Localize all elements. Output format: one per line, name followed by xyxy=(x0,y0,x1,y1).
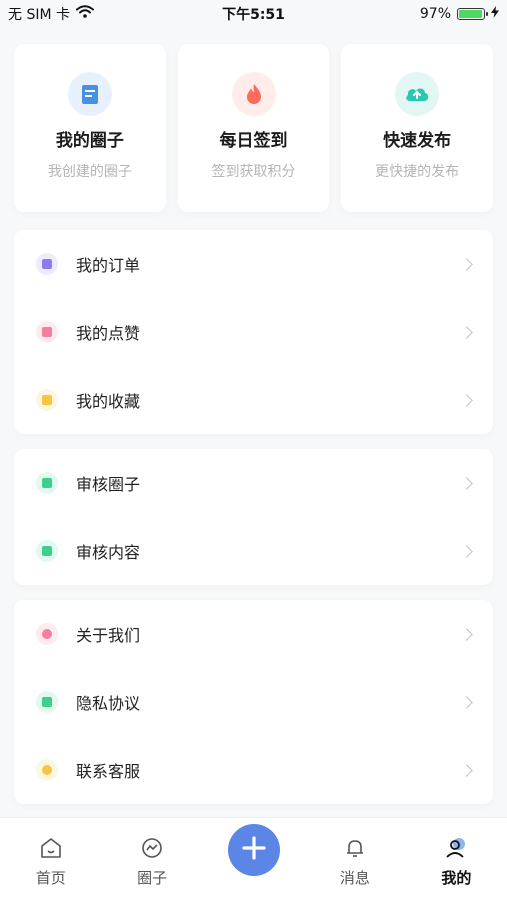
quick-title: 快速发布 xyxy=(383,131,452,151)
tab-label: 消息 xyxy=(339,869,370,887)
menu-group-personal: 我的订单 我的点赞 我的收藏 xyxy=(14,230,493,434)
bottom-tab-bar: 首页 圈子 消息 我的 xyxy=(0,818,507,900)
tab-label: 圈子 xyxy=(137,869,168,887)
chevron-right-icon xyxy=(460,325,473,339)
quick-card-quick-post[interactable]: 快速发布 更快捷的发布 xyxy=(341,44,494,212)
tab-add[interactable] xyxy=(203,818,304,876)
charging-icon xyxy=(491,5,499,22)
tab-label: 首页 xyxy=(35,869,66,887)
menu-item-about-us[interactable]: 关于我们 xyxy=(14,600,493,668)
add-button[interactable] xyxy=(227,824,280,876)
menu-label: 审核圈子 xyxy=(76,475,141,494)
circle-book-icon xyxy=(67,72,112,116)
chevron-right-icon xyxy=(460,544,473,558)
menu-label: 我的点赞 xyxy=(76,324,141,343)
quick-title: 每日签到 xyxy=(219,131,288,151)
bookmark-icon xyxy=(36,389,58,411)
order-icon xyxy=(36,253,58,275)
circle-icon xyxy=(140,836,164,864)
menu-item-privacy[interactable]: 隐私协议 xyxy=(14,668,493,736)
chevron-right-icon xyxy=(460,476,473,490)
review-content-icon xyxy=(36,540,58,562)
battery-icon xyxy=(457,7,488,20)
menu-group-review: 审核圈子 审核内容 xyxy=(14,449,493,585)
menu-item-my-favorites[interactable]: 我的收藏 xyxy=(14,366,493,434)
status-bar: 无 SIM 卡 下午5:51 97% xyxy=(0,0,507,27)
menu-item-contact-service[interactable]: 联系客服 xyxy=(14,736,493,804)
chevron-right-icon xyxy=(460,257,473,271)
tab-messages[interactable]: 消息 xyxy=(304,818,405,888)
thumb-up-icon xyxy=(36,321,58,343)
quick-card-daily-checkin[interactable]: 每日签到 签到获取积分 xyxy=(177,44,330,212)
battery-fill xyxy=(459,9,483,18)
quick-title: 我的圈子 xyxy=(55,131,124,151)
menu-item-review-circles[interactable]: 审核圈子 xyxy=(14,449,493,517)
carrier-text: 无 SIM 卡 xyxy=(8,6,70,23)
tab-circles[interactable]: 圈子 xyxy=(101,818,202,888)
menu-label: 关于我们 xyxy=(76,626,141,645)
quick-card-my-circles[interactable]: 我的圈子 我创建的圈子 xyxy=(14,44,166,212)
service-icon xyxy=(36,759,58,781)
tab-profile[interactable]: 我的 xyxy=(406,818,507,888)
menu-label: 审核内容 xyxy=(76,543,141,562)
fire-icon xyxy=(231,72,276,116)
chevron-right-icon xyxy=(460,763,473,777)
heart-icon xyxy=(36,623,58,645)
privacy-icon xyxy=(36,691,58,713)
quick-subtitle: 签到获取积分 xyxy=(211,164,296,180)
chevron-right-icon xyxy=(460,627,473,641)
tab-label: 我的 xyxy=(441,869,472,887)
quick-subtitle: 更快捷的发布 xyxy=(375,164,460,180)
menu-item-my-likes[interactable]: 我的点赞 xyxy=(14,298,493,366)
menu-item-my-orders[interactable]: 我的订单 xyxy=(14,230,493,298)
menu-label: 我的订单 xyxy=(76,256,141,275)
tab-home[interactable]: 首页 xyxy=(0,818,101,888)
cloud-upload-icon xyxy=(395,72,440,116)
user-icon xyxy=(443,836,469,864)
menu-group-about: 关于我们 隐私协议 联系客服 xyxy=(14,600,493,804)
add-icon xyxy=(240,834,268,866)
home-icon xyxy=(39,836,63,864)
quick-subtitle: 我创建的圈子 xyxy=(47,164,132,180)
wifi-icon xyxy=(76,5,94,22)
quick-actions: 我的圈子 我创建的圈子 每日签到 签到获取积分 快速发布 更快捷的发布 xyxy=(14,44,494,212)
bell-icon xyxy=(343,836,367,864)
menu-label: 我的收藏 xyxy=(76,392,141,411)
menu-label: 隐私协议 xyxy=(76,694,141,713)
battery-percent: 97% xyxy=(419,5,451,22)
chevron-right-icon xyxy=(460,695,473,709)
menu-item-review-content[interactable]: 审核内容 xyxy=(14,517,493,585)
review-circle-icon xyxy=(36,472,58,494)
menu-label: 联系客服 xyxy=(76,762,141,781)
chevron-right-icon xyxy=(460,393,473,407)
